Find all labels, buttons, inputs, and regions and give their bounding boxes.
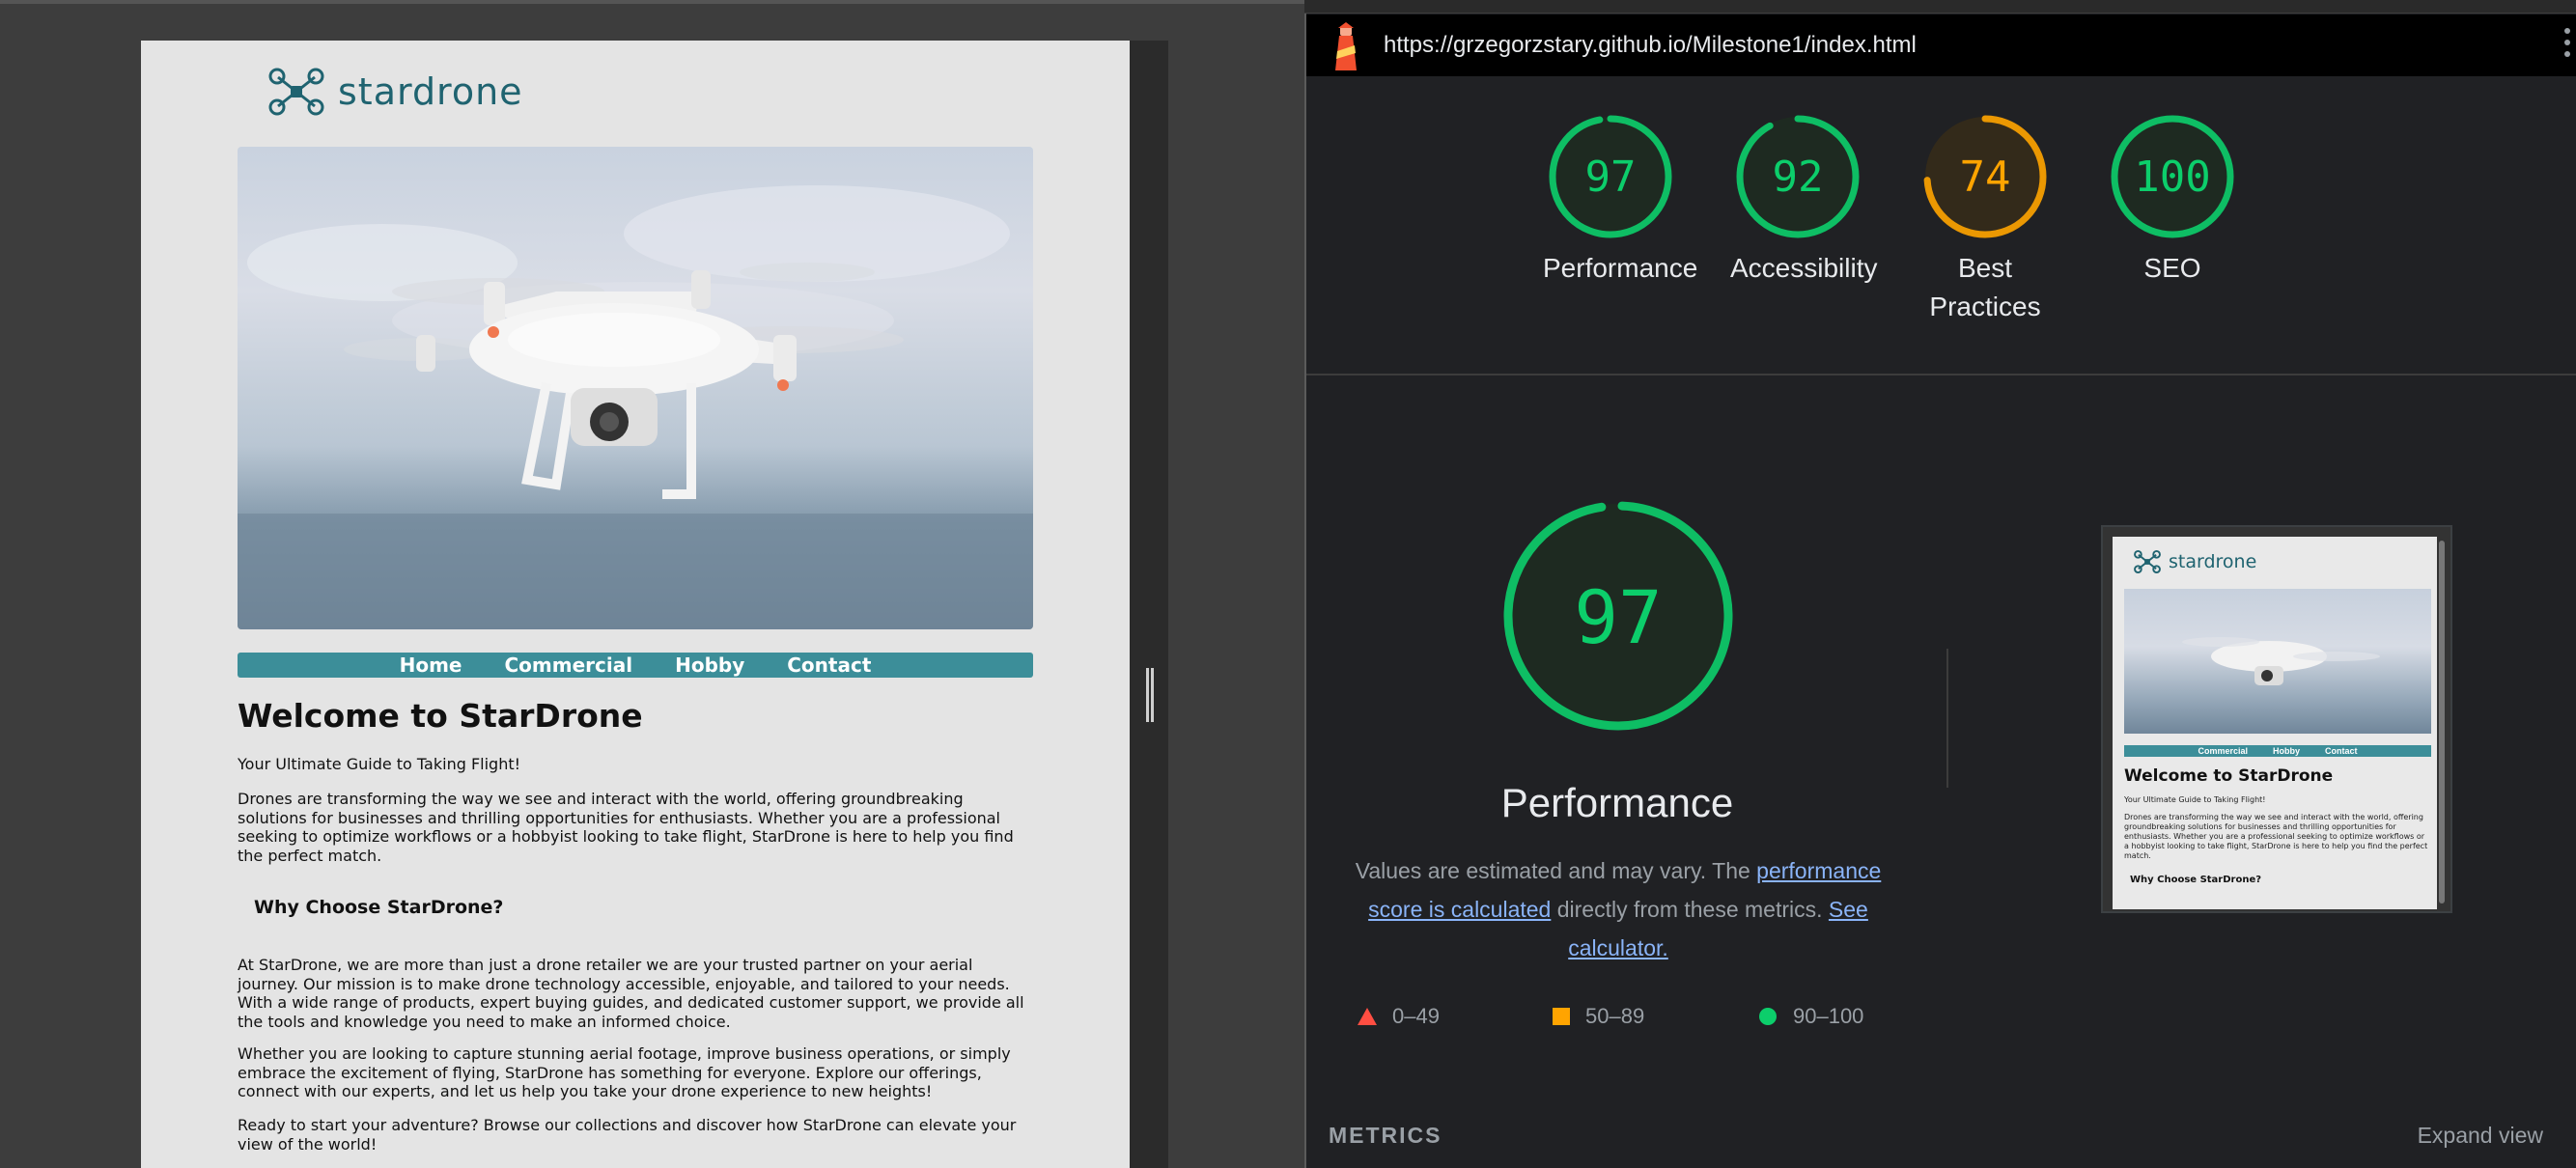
why-paragraph-2: Whether you are looking to capture stunn… bbox=[238, 1044, 1011, 1100]
url-bar: https://grzegorzstary.github.io/Mileston… bbox=[1306, 14, 2576, 76]
square-icon bbox=[1553, 1008, 1570, 1025]
vertical-divider bbox=[1946, 649, 1948, 788]
gauge-ring: 97 bbox=[1549, 115, 1672, 238]
thumbnail-scrollbar[interactable] bbox=[2439, 541, 2445, 904]
thumb-logo-text: stardrone bbox=[2169, 551, 2257, 572]
thumb-nav-contact: Contact bbox=[2325, 746, 2358, 756]
thumb-tagline: Your Ultimate Guide to Taking Flight! bbox=[2124, 795, 2266, 804]
thumb-intro: Drones are transforming the way we see a… bbox=[2124, 813, 2428, 860]
why-paragraph-1: At StarDrone, we are more than just a dr… bbox=[238, 956, 1024, 1031]
drone-photo bbox=[238, 185, 1033, 629]
thumb-drone-photo bbox=[2182, 637, 2380, 685]
more-options-icon[interactable] bbox=[2564, 28, 2570, 63]
site-tagline: Your Ultimate Guide to Taking Flight! bbox=[238, 755, 521, 773]
nav-hobby[interactable]: Hobby bbox=[675, 654, 744, 677]
gauge-ring: 100 bbox=[2111, 115, 2234, 238]
desc-prefix: Values are estimated and may vary. The bbox=[1355, 858, 1757, 883]
legend-range: 0–49 bbox=[1392, 1004, 1440, 1028]
gauge-best-practices[interactable]: 74 Best Practices bbox=[1918, 112, 2053, 326]
main-score-value: 97 bbox=[1574, 574, 1663, 660]
hero-image bbox=[238, 147, 1033, 629]
gauge-seo[interactable]: 100 SEO bbox=[2105, 112, 2240, 288]
legend-average: 50–89 bbox=[1553, 1004, 1644, 1029]
top-divider bbox=[0, 0, 1304, 4]
site-nav: Home Commercial Hobby Contact bbox=[238, 653, 1033, 678]
nav-contact[interactable]: Contact bbox=[787, 654, 871, 677]
site-intro: Drones are transforming the way we see a… bbox=[238, 790, 1014, 865]
legend-fail: 0–49 bbox=[1358, 1004, 1440, 1029]
report-url[interactable]: https://grzegorzstary.github.io/Mileston… bbox=[1384, 32, 1917, 59]
why-paragraph-3: Ready to start your adventure? Browse ou… bbox=[238, 1116, 1017, 1154]
legend-range: 50–89 bbox=[1585, 1004, 1645, 1028]
nav-home[interactable]: Home bbox=[400, 654, 462, 677]
circle-icon bbox=[1759, 1008, 1777, 1025]
thumb-hero-image bbox=[2124, 589, 2431, 734]
thumbnail-page: stardrone Commercial Hobby Contact Welco… bbox=[2113, 537, 2437, 909]
page-screenshot-thumbnail[interactable]: stardrone Commercial Hobby Contact Welco… bbox=[2101, 525, 2452, 913]
resize-handle[interactable] bbox=[1146, 668, 1154, 722]
thumb-logo: stardrone bbox=[2134, 550, 2256, 573]
gauge-value: 92 bbox=[1773, 153, 1824, 202]
lighthouse-icon bbox=[1335, 22, 1357, 70]
site-heading: Welcome to StarDrone bbox=[238, 697, 643, 735]
main-score-label: Performance bbox=[1500, 780, 1734, 825]
gauge-value: 100 bbox=[2134, 153, 2210, 202]
desc-middle: directly from these metrics. bbox=[1551, 897, 1829, 922]
thumb-nav: Commercial Hobby Contact bbox=[2124, 745, 2431, 757]
drone-logo-icon bbox=[268, 68, 324, 116]
triangle-icon bbox=[1358, 1008, 1377, 1025]
thumb-why-heading: Why Choose StarDrone? bbox=[2130, 875, 2262, 885]
gauge-label: SEO bbox=[2143, 253, 2201, 283]
gauge-label: Accessibility bbox=[1730, 253, 1878, 283]
gauge-label: Best Practices bbox=[1929, 253, 2041, 321]
gauge-value: 97 bbox=[1585, 153, 1637, 202]
top-strip bbox=[1304, 0, 2576, 14]
expand-view-button[interactable]: Expand view bbox=[2418, 1123, 2543, 1149]
section-divider bbox=[1306, 374, 2576, 375]
legend-pass: 90–100 bbox=[1758, 1004, 1863, 1029]
gauge-ring: 92 bbox=[1736, 115, 1860, 238]
why-heading: Why Choose StarDrone? bbox=[254, 897, 504, 918]
score-description: Values are estimated and may vary. The p… bbox=[1329, 851, 1908, 967]
page-scroll-gutter bbox=[1130, 41, 1168, 1168]
pane-divider[interactable] bbox=[1304, 0, 1306, 1168]
thumb-nav-hobby: Hobby bbox=[2273, 746, 2301, 756]
drone-logo-icon bbox=[2134, 550, 2161, 573]
gauge-value: 74 bbox=[1960, 153, 2011, 202]
logo-text: stardrone bbox=[338, 70, 523, 113]
site-preview-pane: stardrone Home Commercial Hobby Contact … bbox=[0, 0, 1304, 1168]
site-page[interactable]: stardrone Home Commercial Hobby Contact … bbox=[141, 41, 1130, 1168]
gauge-performance[interactable]: 97 Performance bbox=[1543, 112, 1698, 288]
gauge-accessibility[interactable]: 92 Accessibility bbox=[1730, 112, 1878, 288]
gauge-ring: 74 bbox=[1923, 115, 2047, 238]
thumb-nav-commercial: Commercial bbox=[2198, 746, 2249, 756]
site-logo[interactable]: stardrone bbox=[268, 68, 523, 116]
metrics-heading: METRICS bbox=[1329, 1123, 1442, 1148]
legend-range: 90–100 bbox=[1793, 1004, 1864, 1028]
main-performance-gauge: 97 bbox=[1503, 501, 1733, 731]
nav-commercial[interactable]: Commercial bbox=[505, 654, 633, 677]
gauge-label: Performance bbox=[1543, 253, 1698, 283]
thumb-heading: Welcome to StarDrone bbox=[2124, 766, 2334, 786]
